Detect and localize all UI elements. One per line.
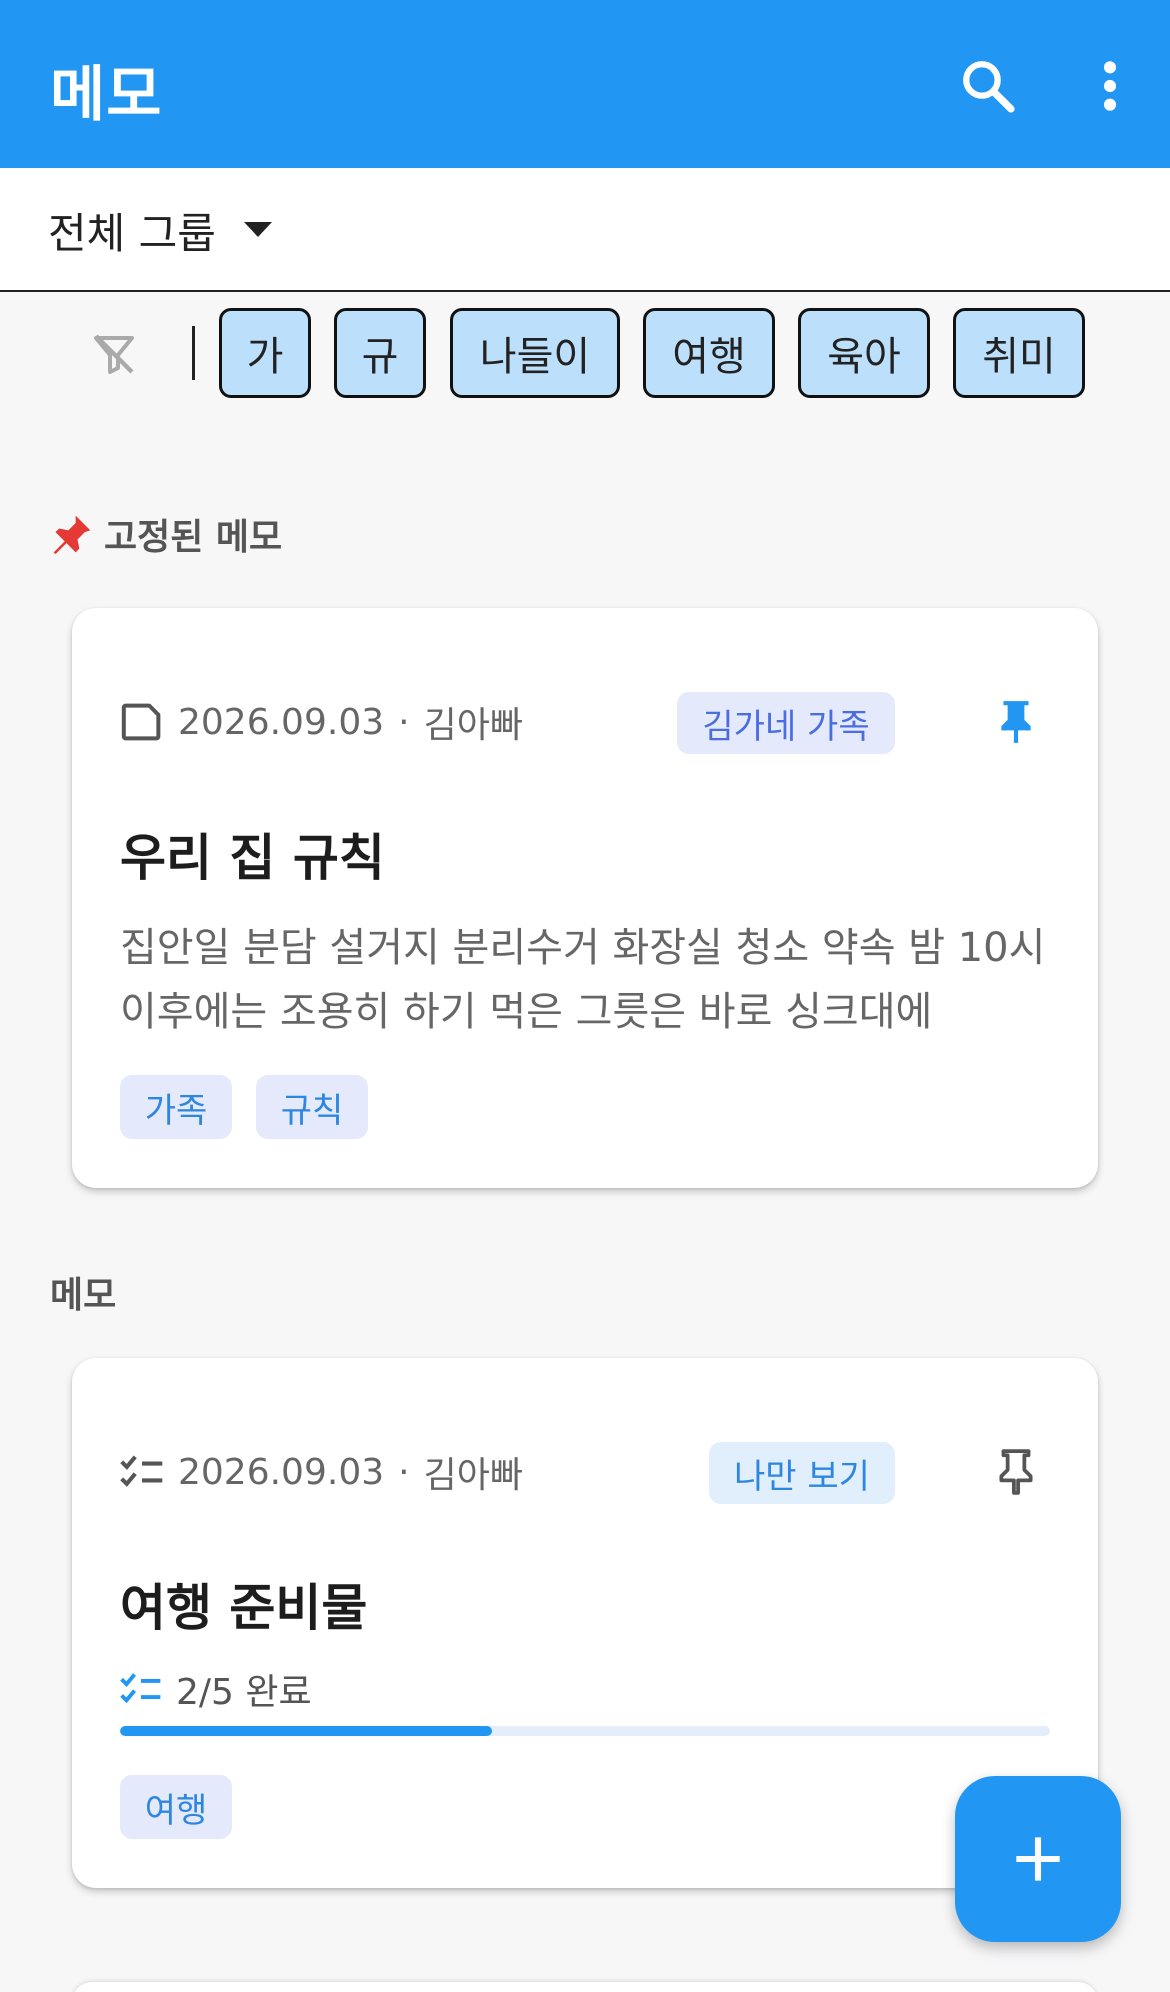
pin-outline-icon: [999, 1449, 1033, 1495]
group-filter-bar: 전체 그룹: [0, 168, 1170, 292]
progress-fill: [120, 1726, 492, 1736]
memo-tag[interactable]: 가족: [120, 1075, 232, 1139]
pinned-memo-card[interactable]: 2026.09.03 · 김아빠 김가네 가족 우리 집 규칙 집안일 분담 설…: [72, 608, 1098, 1188]
tag-chip[interactable]: 나들이: [450, 308, 620, 398]
pushpin-icon: [53, 515, 91, 555]
pinned-section-title: 고정된 메모: [104, 517, 283, 558]
pin-toggle-button[interactable]: [984, 1440, 1048, 1504]
notes-section-title: 메모: [50, 1275, 117, 1316]
pinned-section-label: 고정된 메모: [50, 508, 282, 560]
group-dropdown-label: 전체 그룹: [48, 208, 216, 258]
memo-title: 여행 준비물: [120, 1579, 368, 1637]
search-icon: [963, 61, 1015, 113]
memo-preview: 집안일 분담 설거지 분리수거 화장실 청소 약속 밤 10시 이후에는 조용히…: [120, 925, 1046, 1035]
pin-filled-icon: [1001, 701, 1031, 743]
app-bar: 메모: [0, 0, 1170, 168]
next-memo-card[interactable]: [72, 1982, 1098, 1992]
memo-meta: 2026.09.03 · 김아빠: [120, 1442, 523, 1502]
pin-toggle-button[interactable]: [984, 690, 1048, 754]
memo-author: 김아빠: [423, 1455, 523, 1496]
search-button[interactable]: [952, 50, 1024, 122]
tag-chip[interactable]: 육아: [798, 308, 930, 398]
memo-visibility-badge: 나만 보기: [709, 1442, 895, 1504]
memo-tag[interactable]: 여행: [120, 1775, 232, 1839]
add-icon: [1016, 1837, 1060, 1881]
tag-chip[interactable]: 여행: [643, 308, 775, 398]
tag-chip[interactable]: 규: [334, 308, 426, 398]
clear-filter-button[interactable]: [82, 322, 146, 386]
memo-date: 2026.09.03: [178, 701, 385, 743]
more-vertical-icon: [1103, 61, 1117, 111]
tag-chip[interactable]: 가: [219, 308, 311, 398]
more-options-button[interactable]: [1074, 50, 1146, 122]
memo-card[interactable]: 2026.09.03 · 김아빠 나만 보기 여행 준비물 2/5 완료 여행: [72, 1358, 1098, 1888]
tag-chip[interactable]: 취미: [953, 308, 1085, 398]
memo-meta: 2026.09.03 · 김아빠: [120, 692, 523, 752]
memo-title: 우리 집 규칙: [120, 829, 385, 887]
checklist-icon: [120, 1455, 163, 1487]
meta-separator: ·: [398, 1451, 410, 1493]
add-memo-button[interactable]: [955, 1776, 1121, 1942]
progress-label: 2/5 완료: [176, 1672, 312, 1713]
group-dropdown[interactable]: 전체 그룹: [48, 198, 272, 262]
memo-group-badge: 김가네 가족: [677, 692, 895, 754]
memo-date: 2026.09.03: [178, 1451, 385, 1493]
checklist-icon: [120, 1673, 161, 1704]
meta-separator: ·: [398, 701, 410, 743]
filter-off-icon: [94, 334, 134, 374]
dropdown-arrow-icon: [243, 222, 272, 237]
page-title: 메모: [50, 60, 163, 130]
checklist-progress-text: 2/5 완료: [120, 1664, 312, 1714]
notes-section-label: 메모: [50, 1266, 116, 1318]
memo-tag[interactable]: 규칙: [256, 1075, 368, 1139]
checklist-progress-bar: [120, 1726, 1050, 1736]
filter-divider: [192, 326, 195, 380]
memo-author: 김아빠: [423, 705, 523, 746]
tag-filter-row: 가 규 나들이 여행 육아 취미: [0, 292, 1170, 412]
note-icon: [121, 703, 161, 741]
